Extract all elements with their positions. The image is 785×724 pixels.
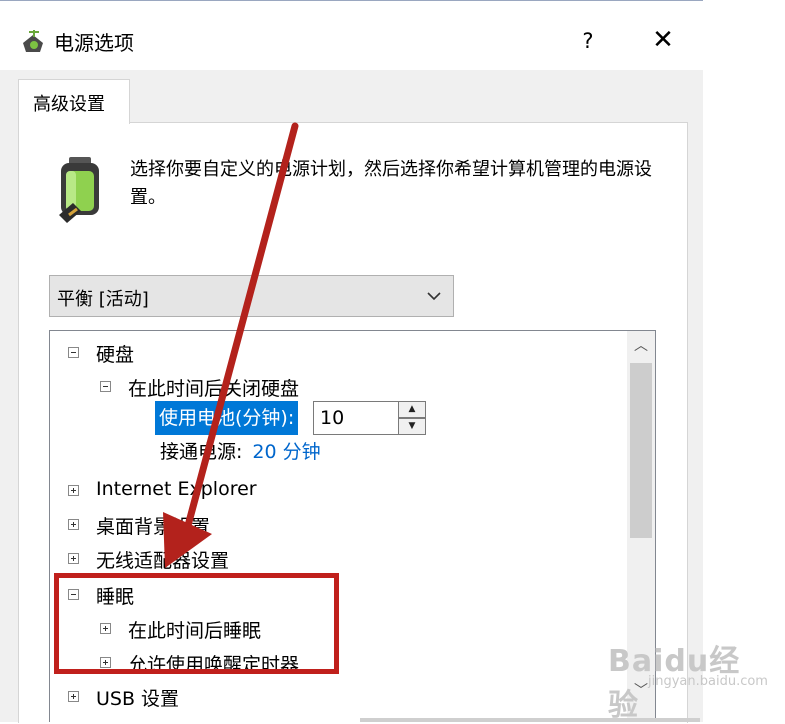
on-battery-minutes-input[interactable]: 10 bbox=[313, 401, 399, 435]
help-button[interactable]: ? bbox=[573, 26, 603, 56]
baidu-watermark: Baidu经验 jingyan.baidu.com bbox=[608, 636, 768, 723]
window-title: 电源选项 bbox=[54, 31, 134, 55]
plugged-in-setting: 接通电源: 20 分钟 bbox=[160, 437, 321, 464]
plugged-in-value-link[interactable]: 20 分钟 bbox=[252, 441, 320, 463]
title-bar: 电源选项 ? ✕ bbox=[0, 0, 703, 71]
collapse-icon[interactable] bbox=[68, 347, 79, 358]
watermark-url: jingyan.baidu.com bbox=[648, 674, 768, 689]
spinner-down-button[interactable]: ▼ bbox=[398, 418, 426, 435]
battery-icon bbox=[59, 157, 99, 223]
tab-advanced-settings[interactable]: 高级设置 bbox=[18, 79, 130, 124]
close-button[interactable]: ✕ bbox=[645, 24, 681, 58]
annotation-highlight-box bbox=[54, 573, 339, 674]
expand-icon[interactable] bbox=[68, 519, 79, 530]
tree-item-label: 桌面背景设置 bbox=[96, 516, 211, 538]
tree-item-label: 硬盘 bbox=[96, 344, 135, 366]
spinner-up-button[interactable]: ▲ bbox=[398, 401, 426, 418]
expand-icon[interactable] bbox=[68, 691, 79, 702]
expand-icon[interactable] bbox=[68, 553, 79, 564]
chevron-down-icon bbox=[427, 292, 441, 301]
description-text: 选择你要自定义的电源计划，然后选择你希望计算机管理的电源设置。 bbox=[130, 159, 652, 208]
tree-item-label: USB 设置 bbox=[96, 688, 180, 710]
collapse-icon[interactable] bbox=[100, 381, 111, 392]
scroll-up-icon[interactable]: ︿ bbox=[627, 331, 655, 361]
tree-item-label: 无线适配器设置 bbox=[96, 550, 230, 572]
power-plan-value: 平衡 [活动] bbox=[57, 289, 149, 310]
power-plan-dropdown[interactable]: 平衡 [活动] bbox=[49, 275, 454, 317]
plugged-in-label: 接通电源: bbox=[160, 441, 243, 463]
scrollbar-thumb[interactable] bbox=[630, 363, 652, 538]
tree-item-label: Internet Explorer bbox=[96, 478, 257, 500]
power-options-icon bbox=[23, 30, 43, 52]
tab-label: 高级设置 bbox=[33, 94, 105, 115]
on-battery-label: 使用电池(分钟): bbox=[155, 401, 299, 435]
expand-icon[interactable] bbox=[68, 485, 79, 496]
tree-item-label: 在此时间后关闭硬盘 bbox=[128, 378, 300, 400]
